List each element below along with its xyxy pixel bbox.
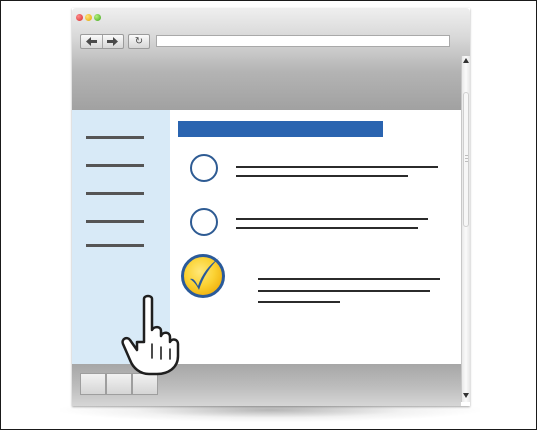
scroll-thumb[interactable]: [463, 92, 469, 227]
option-label-line: [258, 278, 440, 280]
sidebar-item-1[interactable]: [86, 136, 144, 139]
arrow-left-icon: [86, 37, 97, 46]
option-label-line: [236, 227, 418, 229]
sidebar-item-2[interactable]: [86, 164, 144, 167]
option-label-line: [258, 301, 340, 303]
back-button[interactable]: [81, 35, 103, 48]
minimize-icon[interactable]: [85, 14, 92, 21]
sidebar-item-3[interactable]: [86, 192, 144, 195]
reload-button[interactable]: ↻: [128, 34, 150, 49]
navigation-buttons: [80, 34, 124, 49]
radio-button-selected[interactable]: [181, 254, 225, 298]
footer-button-2[interactable]: [106, 373, 132, 395]
page-heading: [178, 121, 383, 137]
sidebar-item-4[interactable]: [86, 220, 144, 223]
footer-button-3[interactable]: [132, 373, 158, 395]
radio-button-unselected[interactable]: [190, 208, 218, 236]
checkmark-icon: [190, 258, 219, 290]
grip-line: [465, 158, 468, 159]
radio-button-unselected[interactable]: [190, 154, 218, 182]
grip-line: [465, 161, 468, 162]
address-bar[interactable]: [156, 35, 450, 47]
zoom-icon[interactable]: [94, 14, 101, 21]
option-label-line: [258, 290, 430, 292]
close-icon[interactable]: [76, 14, 83, 21]
grip-line: [465, 155, 468, 156]
option-label-line: [236, 166, 438, 168]
scroll-down-icon[interactable]: [463, 393, 469, 398]
forward-button[interactable]: [102, 35, 123, 48]
footer-button-1[interactable]: [80, 373, 106, 395]
vertical-scrollbar[interactable]: [461, 56, 470, 402]
option-label-line: [236, 175, 408, 177]
reload-icon: ↻: [134, 36, 144, 47]
hand-pointer-icon: [121, 294, 180, 376]
browser-toolbar: ↻: [72, 8, 470, 110]
option-label-line: [236, 218, 428, 220]
sidebar-item-5[interactable]: [86, 244, 144, 247]
scroll-up-icon[interactable]: [463, 58, 469, 63]
main-content: [170, 110, 461, 364]
arrow-right-icon: [107, 37, 118, 46]
